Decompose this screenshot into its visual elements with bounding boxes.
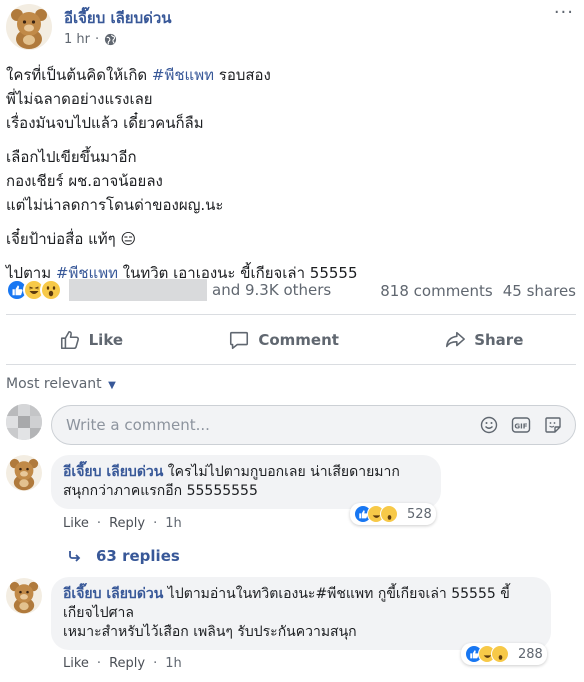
current-user-avatar xyxy=(6,404,42,440)
commenter-avatar[interactable] xyxy=(6,578,42,614)
comment-like-link[interactable]: Like xyxy=(63,656,89,671)
comment-time[interactable]: 1h xyxy=(165,656,182,671)
comment-filter-label: Most relevant xyxy=(6,376,102,392)
post-line: เจี๋ยป้าบ่อสื่อ แท้ๆ 😑 xyxy=(6,230,137,248)
comment-reply-link[interactable]: Reply xyxy=(109,516,145,531)
divider xyxy=(6,314,576,315)
reply-arrow-icon xyxy=(69,551,81,562)
comment-author[interactable]: อีเจี๊ยบ เลียบด่วน xyxy=(63,464,163,480)
caret-down-icon: ▼ xyxy=(108,380,116,391)
comment-reactions[interactable]: 288 xyxy=(461,643,547,665)
comment-actions: Like · Reply · 1h xyxy=(63,656,182,671)
bear-avatar-icon xyxy=(9,581,39,614)
globe-icon xyxy=(105,33,117,46)
reaction-others[interactable]: and 9.3K others xyxy=(212,281,331,299)
divider xyxy=(6,364,576,365)
shares-count[interactable]: 45 shares xyxy=(503,282,576,300)
share-button[interactable]: Share xyxy=(444,329,523,351)
page-name[interactable]: อีเจี๊ยบ เลียบด่วน xyxy=(64,6,172,30)
comment-placeholder: Write a comment... xyxy=(66,416,210,434)
post-time[interactable]: 1 hr xyxy=(64,32,90,47)
svg-text:GIF: GIF xyxy=(514,423,527,431)
comment-icon xyxy=(230,331,249,350)
hashtag-link[interactable]: #พีชแพท xyxy=(152,66,214,84)
comment-button-label: Comment xyxy=(258,331,339,349)
comment-button[interactable]: Comment xyxy=(228,329,339,351)
post-line: ใครที่เป็นต้นคิดให้เกิด #พีชแพท รอบสอง xyxy=(6,66,271,84)
post-actions: Like Comment Share xyxy=(6,322,576,358)
comment-reply-link[interactable]: Reply xyxy=(109,656,145,671)
bear-avatar-icon xyxy=(9,458,39,491)
replies-count: 63 replies xyxy=(96,547,180,565)
share-arrow-icon xyxy=(446,331,466,348)
wow-reaction-icon xyxy=(40,279,62,301)
share-button-label: Share xyxy=(474,331,524,349)
comment-text: ใครไม่ไปตามกูบอกเลย น่าเสียดายมาก xyxy=(163,464,400,480)
comment-text: เกียจไปศาล xyxy=(63,605,134,621)
thumbs-up-icon xyxy=(60,330,79,350)
like-button-label: Like xyxy=(88,331,124,349)
comment-reactions[interactable]: 528 xyxy=(350,503,436,525)
comment-text: สนุกกว่าภาคแรกอีก 55555555 xyxy=(63,483,258,499)
reaction-summary[interactable]: and 9.3K others xyxy=(6,279,331,301)
comment-bubble: อีเจี๊ยบ เลียบด่วน ไปตามอ่านในทวิตเองนะ#… xyxy=(51,577,551,650)
wow-reaction-icon xyxy=(491,645,509,663)
post-line: กองเชียร์ ผช.อาจน้อยลง xyxy=(6,172,163,190)
post-line: พี่ไม่ฉลาดอย่างแรงเลย xyxy=(6,90,153,108)
sticker-icon[interactable] xyxy=(543,415,563,435)
post-line: เรื่องมันจบไปแล้ว เดี๋ยวคนก็ลืม xyxy=(6,114,204,132)
comment-reaction-count: 528 xyxy=(407,506,432,522)
bear-avatar-icon xyxy=(11,9,47,49)
like-button[interactable]: Like xyxy=(59,329,123,351)
more-options-icon[interactable]: ··· xyxy=(554,2,574,23)
post-meta: 1 hr · xyxy=(64,32,117,47)
comment-time[interactable]: 1h xyxy=(165,516,182,531)
view-replies-link[interactable]: 63 replies xyxy=(68,547,180,565)
comment-reaction-count: 288 xyxy=(518,646,543,662)
commenter-avatar[interactable] xyxy=(6,455,42,491)
comment-actions: Like · Reply · 1h xyxy=(63,516,182,531)
emoji-icon[interactable] xyxy=(479,415,499,435)
post-stats: 818 comments 45 shares xyxy=(380,282,576,300)
comments-count[interactable]: 818 comments xyxy=(380,282,492,300)
comment-bubble: อีเจี๊ยบ เลียบด่วน ใครไม่ไปตามกูบอกเลย น… xyxy=(51,455,441,509)
comment-author[interactable]: อีเจี๊ยบ เลียบด่วน xyxy=(63,586,163,602)
post-text: ใครที่เป็นต้นคิดให้เกิด #พีชแพท รอบสอง พ… xyxy=(6,63,576,285)
post-line: เลือกไปเขียขึ้นมาอีก xyxy=(6,148,137,166)
gif-icon[interactable]: GIF xyxy=(511,415,531,435)
comment-like-link[interactable]: Like xyxy=(63,516,89,531)
comment-filter-dropdown[interactable]: Most relevant ▼ xyxy=(6,376,116,392)
comment-text: ไปตามอ่านในทวิตเองนะ#พีชแพท กูขี้เกียจเล… xyxy=(163,586,510,602)
page-avatar[interactable] xyxy=(6,4,52,50)
comment-input[interactable]: Write a comment... GIF xyxy=(51,405,576,445)
redacted-names xyxy=(69,279,207,301)
wow-reaction-icon xyxy=(380,505,398,523)
comment-text: เหมาะสำหรับไว้เสือก เพลินๆ รับประกันความ… xyxy=(63,624,357,640)
post-line: แต่ไม่น่าลดการโดนด่าของผญ.นะ xyxy=(6,196,224,214)
